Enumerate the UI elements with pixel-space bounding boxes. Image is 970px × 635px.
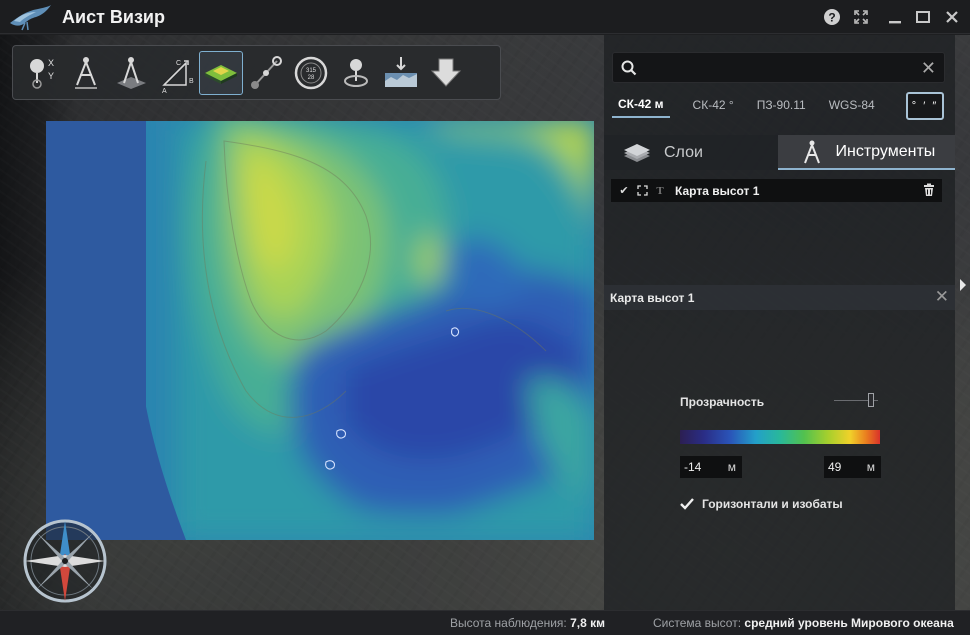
svg-text:28: 28	[308, 75, 315, 81]
height-system-value: средний уровень Мирового океана	[744, 616, 954, 630]
visibility-check-icon[interactable]: ✔	[617, 184, 631, 198]
help-icon: ?	[824, 9, 840, 25]
pin-xy-icon: X Y	[30, 58, 54, 89]
search-box: ✕	[612, 52, 945, 83]
dms-format-button[interactable]: ° ′ ″	[906, 92, 944, 120]
area-tool[interactable]	[109, 51, 153, 95]
slider-thumb[interactable]	[868, 393, 874, 407]
download-arrow-icon	[430, 58, 462, 87]
text-label-icon[interactable]: T	[653, 184, 667, 198]
tab-layers-label: Слои	[664, 143, 703, 161]
export-tool[interactable]	[424, 51, 468, 95]
svg-text:315: 315	[306, 68, 317, 74]
svg-text:X: X	[48, 58, 54, 68]
svg-text:A: A	[162, 88, 167, 93]
line-of-sight-icon	[251, 55, 282, 89]
layer-name: Карта высот 1	[675, 183, 760, 198]
compass-divider-icon	[803, 140, 820, 163]
properties-title: Карта высот 1	[610, 290, 695, 305]
compass-rose-icon[interactable]	[22, 518, 108, 604]
tab-layers[interactable]: Слои	[604, 135, 778, 170]
tab-sk42-m[interactable]: СК-42 м	[612, 97, 670, 118]
tab-tools[interactable]: Инструменты	[777, 135, 955, 170]
transparency-slider[interactable]	[834, 392, 880, 408]
height-map-overlay	[46, 121, 594, 540]
observation-altitude: Высота наблюдения: 7,8 км	[450, 616, 606, 630]
search-clear-icon[interactable]: ✕	[921, 59, 936, 77]
tab-pz90[interactable]: ПЗ-90.11	[757, 98, 806, 117]
tab-tools-label: Инструменты	[835, 142, 936, 160]
contours-label: Горизонтали и изобаты	[702, 497, 843, 511]
search-input[interactable]	[645, 57, 915, 79]
zoom-to-extent-icon[interactable]	[635, 184, 649, 198]
svg-text:C: C	[176, 60, 181, 67]
area-divider-icon	[117, 56, 146, 89]
triangle-tool[interactable]: A C B	[154, 51, 198, 95]
coordinate-system-tabs: СК-42 м СК-42 ° ПЗ-90.11 WGS-84	[612, 95, 898, 119]
azimuth-tool[interactable]: 315 28	[289, 51, 333, 95]
max-height-value: 49	[828, 460, 842, 474]
compass-divider-icon	[75, 56, 97, 89]
coordinates-xy-tool[interactable]: X Y	[19, 51, 63, 95]
triangle-abc-icon: A C B	[162, 60, 194, 93]
contours-checkbox[interactable]: Горизонтали и изобаты	[680, 497, 843, 511]
orbit-tool[interactable]	[334, 51, 378, 95]
layers-icon	[624, 143, 650, 162]
observation-altitude-value: 7,8 км	[570, 616, 606, 630]
terrain-profile-icon	[385, 56, 417, 87]
orbit-pin-icon	[344, 58, 368, 87]
transparency-label: Прозрачность	[680, 395, 765, 409]
checkmark-icon	[680, 498, 694, 510]
height-system: Система высот: средний уровень Мирового …	[653, 616, 954, 630]
search-icon	[621, 60, 637, 76]
azimuth-dial-icon: 315 28	[294, 56, 328, 89]
min-height-field[interactable]: -14 м	[680, 456, 742, 478]
title-bar: Аист Визир ?	[0, 0, 970, 34]
app-title: Аист Визир	[62, 7, 165, 27]
maximize-icon	[916, 11, 930, 23]
help-button[interactable]: ?	[821, 6, 843, 28]
svg-text:?: ?	[828, 11, 835, 25]
max-height-field[interactable]: 49 м	[824, 456, 881, 478]
tools-toolbar: X Y A C B 315 28	[12, 45, 501, 100]
close-icon	[946, 11, 958, 23]
distance-tool[interactable]	[64, 51, 108, 95]
height-map-tool[interactable]	[199, 50, 243, 95]
panel-collapse-arrow-icon[interactable]	[955, 275, 970, 295]
svg-text:Y: Y	[48, 71, 54, 81]
status-bar: Высота наблюдения: 7,8 км Система высот:…	[0, 610, 970, 635]
stork-logo-icon	[10, 5, 51, 31]
terrain-layer-icon	[205, 64, 237, 84]
unit-label: м	[866, 460, 875, 474]
unit-label: м	[727, 460, 736, 474]
close-icon[interactable]: ✕	[935, 288, 949, 305]
profile-tool[interactable]	[379, 51, 423, 95]
trash-icon[interactable]	[922, 183, 936, 197]
tab-wgs84[interactable]: WGS-84	[829, 98, 875, 117]
tab-sk42-deg[interactable]: СК-42 °	[693, 98, 734, 117]
svg-text:B: B	[189, 78, 194, 85]
minimize-icon	[889, 21, 901, 24]
minimize-button[interactable]	[884, 6, 906, 28]
side-panel: ✕ СК-42 м СК-42 ° ПЗ-90.11 WGS-84 ° ′ ″ …	[604, 35, 955, 610]
maximize-button[interactable]	[912, 6, 934, 28]
close-button[interactable]	[941, 6, 963, 28]
fullscreen-icon	[854, 10, 868, 24]
color-scale-bar	[680, 430, 880, 444]
list-item[interactable]: ✔ T Карта высот 1	[611, 179, 942, 202]
fullscreen-button[interactable]	[850, 6, 872, 28]
min-height-value: -14	[684, 460, 702, 474]
main-tabs: Слои Инструменты	[604, 135, 955, 170]
properties-header: Карта высот 1 ✕	[604, 285, 955, 310]
line-of-sight-tool[interactable]	[244, 51, 288, 95]
